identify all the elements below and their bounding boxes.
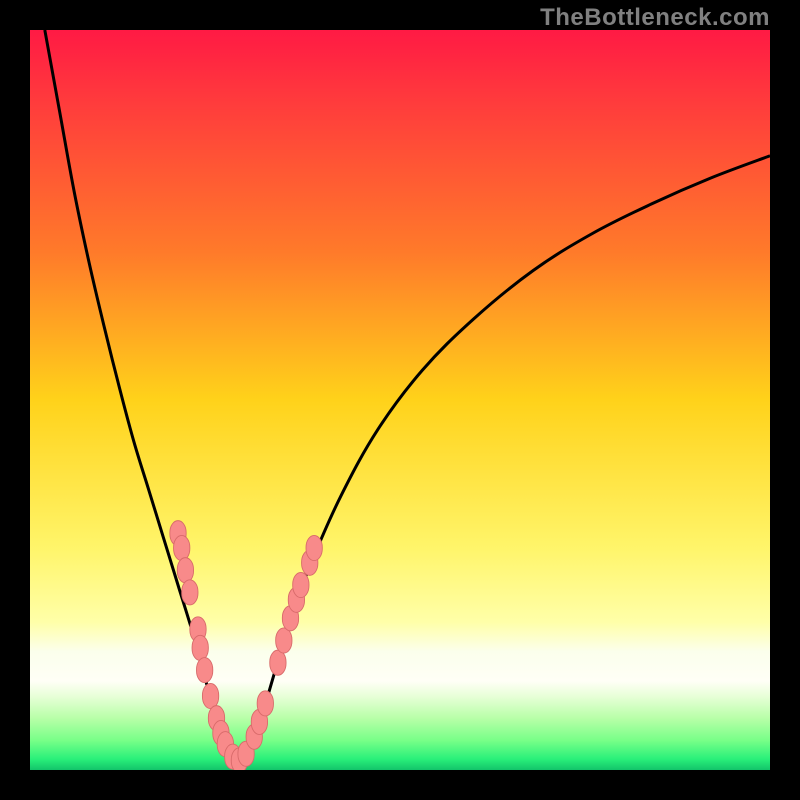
marker-point xyxy=(182,580,198,605)
curve-left-branch xyxy=(45,30,237,763)
marker-point xyxy=(257,691,273,716)
marker-point xyxy=(276,628,292,653)
marker-point xyxy=(270,650,286,675)
plot-area xyxy=(30,30,770,770)
marker-point xyxy=(177,558,193,583)
chart-frame: TheBottleneck.com xyxy=(0,0,800,800)
marker-point xyxy=(293,572,309,597)
curve-right-branch xyxy=(237,156,770,763)
marker-point xyxy=(192,635,208,660)
watermark-text: TheBottleneck.com xyxy=(540,4,770,32)
marker-point xyxy=(197,658,213,683)
chart-svg xyxy=(30,30,770,770)
marker-point xyxy=(174,535,190,560)
marker-point xyxy=(202,683,218,708)
marker-point xyxy=(306,535,322,560)
